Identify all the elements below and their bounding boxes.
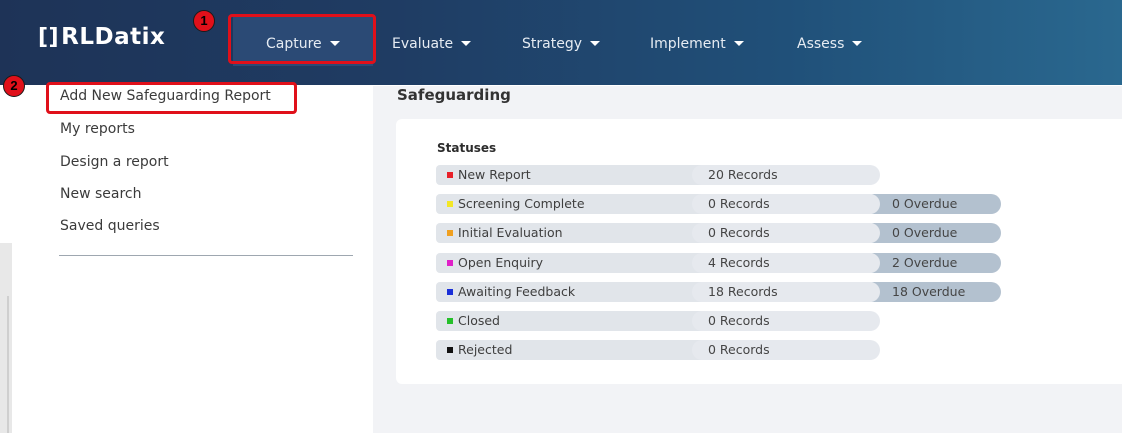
- chevron-down-icon: [852, 40, 863, 46]
- status-records-pill[interactable]: 0 Records: [692, 340, 880, 360]
- sidebar-divider: [59, 255, 353, 256]
- chevron-down-icon: [733, 40, 744, 46]
- status-records-pill[interactable]: 20 Records: [692, 165, 880, 185]
- top-navigation-bar: []RLDatix Capture Evaluate Strategy Impl…: [0, 0, 1122, 85]
- step-badge-1: 1: [193, 10, 215, 32]
- status-color-dot-icon: [447, 289, 453, 295]
- status-color-dot-icon: [447, 172, 453, 178]
- status-records-pill[interactable]: 0 Records: [692, 223, 880, 243]
- status-color-dot-icon: [447, 347, 453, 353]
- status-color-dot-icon: [447, 230, 453, 236]
- status-records-pill[interactable]: 4 Records: [692, 253, 880, 273]
- status-label: Open Enquiry: [458, 255, 544, 270]
- highlight-box-capture: [228, 14, 376, 64]
- nav-assess-label: Assess: [797, 36, 845, 52]
- nav-strategy[interactable]: Strategy: [522, 33, 600, 55]
- status-color-dot-icon: [447, 260, 453, 266]
- nav-evaluate[interactable]: Evaluate: [392, 33, 472, 55]
- status-color-dot-icon: [447, 318, 453, 324]
- status-overdue-pill[interactable]: 18 Overdue: [864, 282, 1001, 302]
- logo-text: RLDatix: [61, 24, 166, 50]
- status-label-pill[interactable]: New Report: [436, 165, 706, 185]
- sidebar-item-new-search[interactable]: New search: [60, 186, 142, 202]
- nav-evaluate-label: Evaluate: [392, 36, 454, 52]
- logo-bracket-icon: []: [38, 25, 60, 50]
- highlight-box-add-new-report: [46, 82, 297, 114]
- left-edge-line: [7, 296, 9, 433]
- chevron-down-icon: [461, 40, 472, 46]
- status-overdue-pill[interactable]: 2 Overdue: [864, 253, 1001, 273]
- status-label-pill[interactable]: Screening Complete: [436, 194, 706, 214]
- nav-implement-label: Implement: [650, 36, 726, 52]
- chevron-down-icon: [590, 40, 600, 46]
- status-overdue-pill[interactable]: 0 Overdue: [864, 194, 1001, 214]
- status-label: Closed: [458, 313, 500, 328]
- nav-assess[interactable]: Assess: [797, 33, 863, 55]
- status-overdue-pill[interactable]: 0 Overdue: [864, 223, 1001, 243]
- sidebar-item-design-a-report[interactable]: Design a report: [60, 154, 169, 170]
- status-label: Awaiting Feedback: [458, 284, 576, 299]
- nav-implement[interactable]: Implement: [650, 33, 744, 55]
- sidebar-item-my-reports[interactable]: My reports: [60, 121, 135, 137]
- status-label-pill[interactable]: Open Enquiry: [436, 253, 706, 273]
- sidebar-item-saved-queries[interactable]: Saved queries: [60, 218, 160, 234]
- left-edge-panel: [0, 243, 12, 433]
- status-label-pill[interactable]: Closed: [436, 311, 706, 331]
- step-badge-2: 2: [3, 75, 25, 97]
- status-label-pill[interactable]: Initial Evaluation: [436, 223, 706, 243]
- nav-strategy-label: Strategy: [522, 36, 582, 52]
- status-label-pill[interactable]: Rejected: [436, 340, 706, 360]
- status-color-dot-icon: [447, 201, 453, 207]
- status-label: New Report: [458, 167, 531, 182]
- status-label: Screening Complete: [458, 196, 585, 211]
- status-records-pill[interactable]: 18 Records: [692, 282, 880, 302]
- statuses-heading: Statuses: [437, 141, 497, 155]
- status-records-pill[interactable]: 0 Records: [692, 194, 880, 214]
- status-label-pill[interactable]: Awaiting Feedback: [436, 282, 706, 302]
- status-records-pill[interactable]: 0 Records: [692, 311, 880, 331]
- status-label: Rejected: [458, 342, 513, 357]
- status-label: Initial Evaluation: [458, 225, 563, 240]
- page-title: Safeguarding: [397, 86, 511, 104]
- rldatix-logo[interactable]: []RLDatix: [38, 24, 165, 50]
